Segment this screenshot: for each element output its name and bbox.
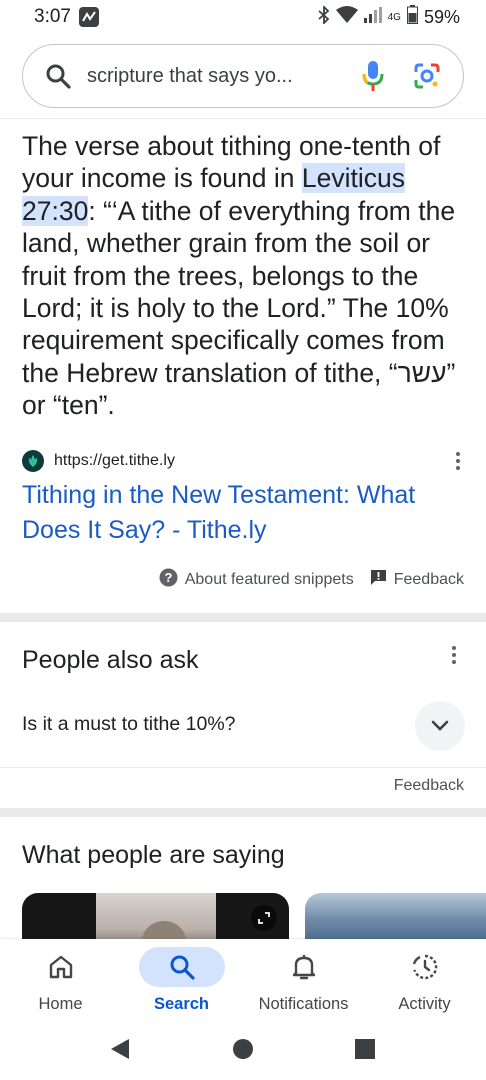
app-notification-icon [78,7,99,27]
network-type: 4G [387,11,401,23]
chevron-down-icon[interactable] [415,701,465,751]
battery-icon [406,5,418,29]
nav-activity[interactable]: Activity [364,939,485,1019]
search-bar[interactable]: scripture that says yo... [22,44,464,108]
search-input[interactable]: scripture that says yo... [87,65,339,88]
home-button-icon[interactable] [231,1037,255,1061]
nav-home[interactable]: Home [0,939,121,1019]
bell-icon [261,947,347,987]
snippet-source[interactable]: https://get.tithe.ly [22,448,468,474]
wifi-icon [335,5,358,29]
featured-snippet-text: The verse about tithing one-tenth of you… [22,130,468,422]
divider [0,767,486,768]
nav-search[interactable]: Search [121,939,242,1019]
nav-activity-label: Activity [398,995,451,1013]
feedback-label: Feedback [393,571,464,588]
back-icon[interactable] [108,1037,132,1061]
about-label: About featured snippets [184,571,354,588]
snippet-footer: ? About featured snippets Feedback [159,568,464,592]
status-time: 3:07 [34,6,71,27]
people-also-ask-title: People also ask [22,646,199,674]
activity-icon [382,947,468,987]
feedback-button[interactable]: Feedback [370,569,464,591]
bottom-navigation: Home Search Notifications Activity [0,939,486,1019]
tithely-favicon-icon [22,450,44,472]
battery-level: 59% [423,6,460,27]
help-icon: ? [159,568,178,592]
result-title-link[interactable]: Tithing in the New Testament: What Does … [22,478,468,548]
search-icon [138,947,225,987]
home-icon [18,947,104,987]
what-people-are-saying-title: What people are saying [22,841,285,869]
search-icon[interactable] [43,61,73,91]
mic-icon[interactable] [359,60,387,92]
section-separator [0,613,486,622]
divider [0,118,486,119]
nav-search-label: Search [153,995,210,1013]
expand-icon[interactable] [251,905,277,931]
svg-text:?: ? [164,570,172,585]
feedback-icon [370,569,387,591]
more-options-icon[interactable] [448,448,468,474]
nav-notifications-label: Notifications [258,995,349,1013]
snippet-text-after: : “‘A tithe of everything from the land,… [22,195,456,421]
recents-icon[interactable] [353,1037,377,1061]
bluetooth-icon [318,4,330,29]
source-url[interactable]: https://get.tithe.ly [54,452,175,470]
nav-home-label: Home [38,995,83,1013]
section-separator [0,808,486,817]
nav-notifications[interactable]: Notifications [243,939,364,1019]
paa-feedback-link[interactable]: Feedback [394,777,464,795]
about-featured-snippets[interactable]: ? About featured snippets [159,568,354,592]
system-navigation-bar [0,1019,486,1080]
more-options-icon[interactable] [444,642,464,668]
paa-question[interactable]: Is it a must to tithe 10%? [22,713,236,736]
status-bar: 3:07 4G 59% [0,0,486,34]
signal-icon [363,6,382,28]
google-lens-icon[interactable] [411,60,443,92]
